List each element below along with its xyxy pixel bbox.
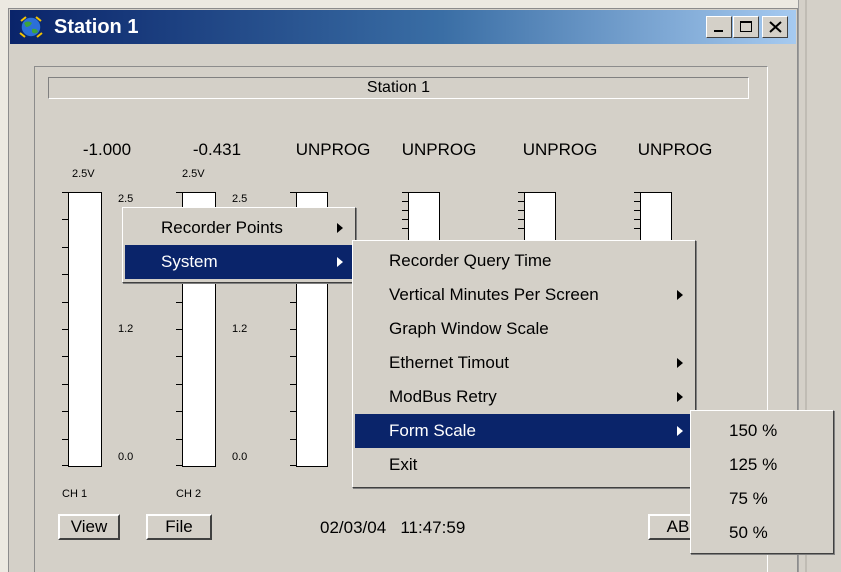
ch1-label: CH 1	[62, 488, 88, 500]
ch1-scale-mid: 1.2	[118, 323, 134, 335]
menu-item-scale-75[interactable]: 75 %	[693, 482, 831, 516]
window-title: Station 1	[54, 16, 139, 38]
ch2-range: 2.5V	[182, 168, 205, 180]
form-scale-submenu: 150 % 125 % 75 % 50 %	[690, 410, 834, 554]
ch5-bar	[524, 192, 556, 244]
menu-item-label: ModBus Retry	[389, 387, 497, 406]
system-submenu: Recorder Query Time Vertical Minutes Per…	[352, 240, 696, 488]
submenu-arrow-icon	[677, 290, 683, 300]
minimize-icon	[714, 30, 723, 32]
menu-item-label: Form Scale	[389, 421, 476, 440]
submenu-arrow-icon	[677, 392, 683, 402]
menu-item-label: 125 %	[729, 455, 778, 474]
status-time: 11:47:59	[400, 518, 466, 537]
maximize-icon	[740, 21, 752, 32]
menu-item-ethernet-timout[interactable]: Ethernet Timout	[355, 346, 693, 380]
ch6-bar	[640, 192, 672, 244]
panel-title: Station 1	[48, 77, 749, 99]
ch2-label: CH 2	[176, 488, 202, 500]
context-menu: Recorder Points System	[122, 207, 356, 283]
menu-item-label: System	[161, 252, 218, 271]
menu-item-form-scale[interactable]: Form Scale	[355, 414, 693, 448]
ch1-scale-bottom: 0.0	[118, 451, 134, 463]
submenu-arrow-icon	[337, 223, 343, 233]
status-datetime: 02/03/04 11:47:59	[320, 518, 465, 538]
ch3-value: UNPROG	[295, 140, 371, 159]
ch4-value: UNPROG	[401, 140, 477, 159]
ch5-value: UNPROG	[522, 140, 598, 159]
menu-item-label: Exit	[389, 455, 418, 474]
menu-item-label: Recorder Query Time	[389, 251, 552, 270]
menu-item-scale-125[interactable]: 125 %	[693, 448, 831, 482]
globe-icon	[19, 16, 43, 38]
menu-item-vertical-minutes-per-screen[interactable]: Vertical Minutes Per Screen	[355, 278, 693, 312]
menu-item-system[interactable]: System	[125, 245, 353, 279]
ch4-bar	[408, 192, 440, 244]
ch2-scale-mid: 1.2	[232, 323, 248, 335]
menu-item-recorder-points[interactable]: Recorder Points	[125, 211, 353, 245]
menu-item-recorder-query-time[interactable]: Recorder Query Time	[355, 244, 693, 278]
menu-item-label: 150 %	[729, 421, 778, 440]
menu-item-graph-window-scale[interactable]: Graph Window Scale	[355, 312, 693, 346]
submenu-arrow-icon	[677, 358, 683, 368]
close-icon	[769, 21, 782, 33]
ch2-value: -0.431	[192, 140, 242, 159]
file-button[interactable]: File	[146, 514, 212, 540]
submenu-arrow-icon	[337, 257, 343, 267]
menu-item-label: Recorder Points	[161, 218, 283, 237]
menu-item-scale-50[interactable]: 50 %	[693, 516, 831, 550]
ch6-value: UNPROG	[637, 140, 713, 159]
minimize-button[interactable]	[706, 16, 732, 38]
ch2-scale-bottom: 0.0	[232, 451, 248, 463]
ch1-scale-top: 2.5	[118, 193, 134, 205]
menu-item-label: Vertical Minutes Per Screen	[389, 285, 599, 304]
menu-item-label: 75 %	[729, 489, 768, 508]
status-date: 02/03/04	[320, 518, 387, 537]
close-button[interactable]	[762, 16, 788, 38]
view-button[interactable]: View	[58, 514, 120, 540]
menu-item-exit[interactable]: Exit	[355, 448, 693, 482]
ch1-value: -1.000	[82, 140, 132, 159]
menu-item-modbus-retry[interactable]: ModBus Retry	[355, 380, 693, 414]
maximize-button[interactable]	[733, 16, 759, 38]
menu-item-scale-150[interactable]: 150 %	[693, 414, 831, 448]
ch1-bar	[68, 192, 102, 467]
submenu-arrow-icon	[677, 426, 683, 436]
menu-item-label: Graph Window Scale	[389, 319, 549, 338]
menu-item-label: 50 %	[729, 523, 768, 542]
menu-item-label: Ethernet Timout	[389, 353, 510, 372]
ch1-range: 2.5V	[72, 168, 95, 180]
ch2-scale-top: 2.5	[232, 193, 248, 205]
